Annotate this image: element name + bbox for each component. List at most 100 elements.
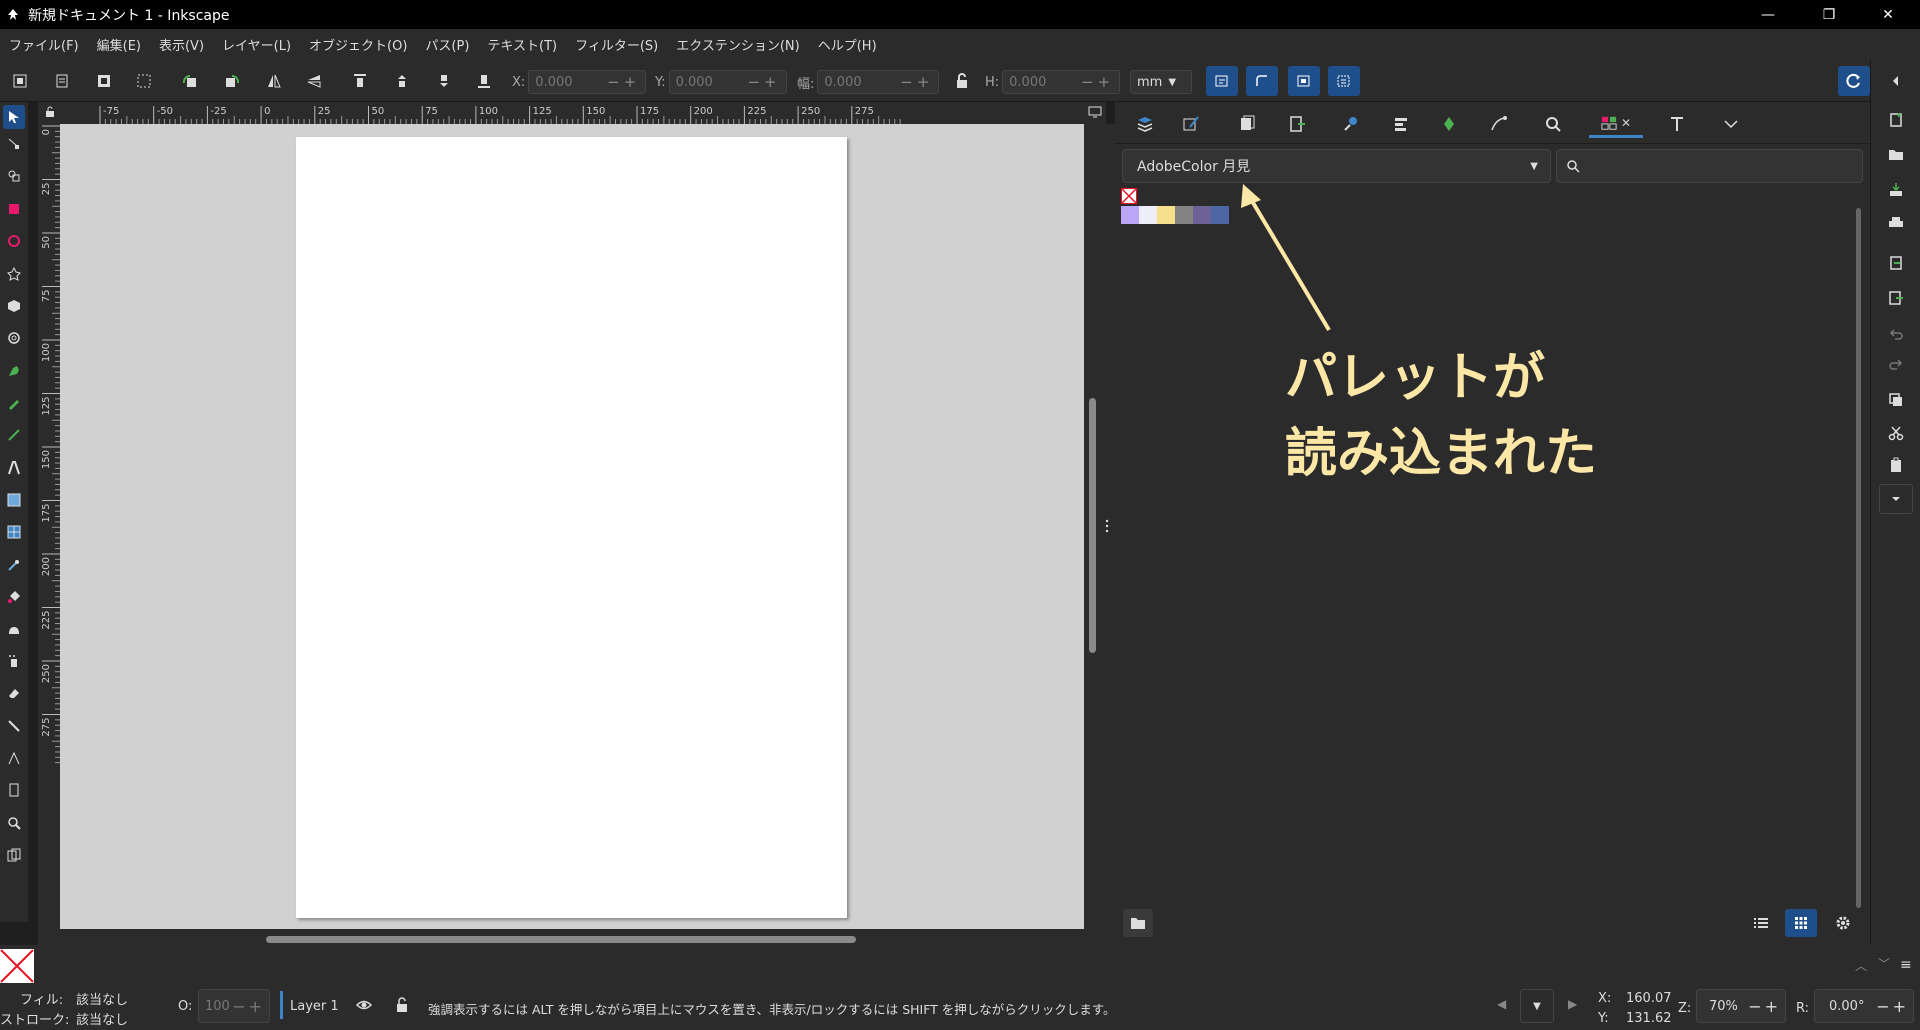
x-stepper[interactable]: −+ bbox=[607, 73, 645, 91]
pages-copy-tool[interactable] bbox=[3, 843, 25, 867]
canvas[interactable] bbox=[60, 124, 1084, 929]
stroke-value[interactable]: 該当なし bbox=[76, 1009, 128, 1028]
undo-button[interactable] bbox=[1881, 321, 1911, 349]
tab-swatches[interactable]: ✕ bbox=[1589, 110, 1643, 138]
zoom-tool[interactable] bbox=[3, 811, 25, 835]
tab-path-effects[interactable] bbox=[1481, 110, 1517, 138]
tab-fill-stroke[interactable] bbox=[1173, 110, 1209, 138]
menu-object[interactable]: オブジェクト(O) bbox=[300, 35, 416, 54]
open-palette-button[interactable] bbox=[1123, 909, 1153, 937]
rectangle-tool[interactable] bbox=[3, 197, 25, 221]
ellipse-tool[interactable] bbox=[3, 229, 25, 253]
hamburger-menu-icon[interactable]: ≡ bbox=[1900, 957, 1912, 973]
eraser-tool[interactable] bbox=[3, 681, 25, 705]
menu-file[interactable]: ファイル(F) bbox=[0, 35, 88, 54]
spray-tool[interactable] bbox=[3, 649, 25, 673]
minimize-button[interactable]: — bbox=[1740, 0, 1796, 29]
deselect-button[interactable] bbox=[130, 67, 158, 95]
menu-help[interactable]: ヘルプ(H) bbox=[809, 35, 886, 54]
move-patterns-button[interactable] bbox=[1328, 66, 1360, 96]
page-select[interactable]: ▼ bbox=[1520, 989, 1554, 1023]
menu-view[interactable]: 表示(V) bbox=[150, 35, 213, 54]
rotate-cw-button[interactable] bbox=[218, 67, 246, 95]
more-commands-button[interactable] bbox=[1879, 484, 1913, 514]
document-page[interactable] bbox=[296, 137, 847, 918]
save-button[interactable] bbox=[1881, 176, 1911, 204]
swatch-scrollbar[interactable] bbox=[1856, 208, 1861, 908]
height-input[interactable]: 0.000 −+ bbox=[1002, 70, 1121, 94]
gradient-tool[interactable] bbox=[3, 488, 25, 512]
color-swatch[interactable] bbox=[1157, 206, 1175, 224]
cut-button[interactable] bbox=[1881, 419, 1911, 447]
chevron-down-icon[interactable]: ﹀ bbox=[1878, 955, 1890, 972]
lock-icon[interactable] bbox=[395, 997, 409, 1013]
3d-box-tool[interactable] bbox=[3, 294, 25, 318]
select-all-layers-button[interactable] bbox=[48, 67, 76, 95]
spiral-tool[interactable] bbox=[3, 326, 25, 350]
paste-button[interactable] bbox=[1881, 451, 1911, 479]
tab-align[interactable] bbox=[1383, 110, 1419, 138]
lock-ratio-button[interactable] bbox=[948, 67, 976, 95]
rotation-input[interactable]: 0.00° −+ bbox=[1814, 989, 1914, 1023]
menu-extensions[interactable]: エクステンション(N) bbox=[667, 35, 808, 54]
menu-layer[interactable]: レイヤー(L) bbox=[213, 35, 300, 54]
move-gradients-button[interactable] bbox=[1288, 66, 1320, 96]
close-tab-icon[interactable]: ✕ bbox=[1621, 116, 1631, 130]
color-swatch[interactable] bbox=[1175, 206, 1193, 224]
x-input[interactable]: 0.000 −+ bbox=[528, 70, 647, 94]
open-document-button[interactable] bbox=[1881, 141, 1911, 169]
panel-resize-handle[interactable] bbox=[1105, 518, 1109, 534]
menu-edit[interactable]: 編集(E) bbox=[88, 35, 150, 54]
vertical-scrollbar[interactable] bbox=[1089, 398, 1096, 653]
measure-tool[interactable] bbox=[3, 746, 25, 770]
zoom-stepper[interactable]: −+ bbox=[1748, 997, 1785, 1016]
toggle-commands-button[interactable] bbox=[1881, 67, 1911, 95]
scale-stroke-button[interactable] bbox=[1206, 66, 1238, 96]
vertical-ruler[interactable]: 0 25 50 75 100 125 150 175 200 225 250 275 bbox=[38, 124, 60, 929]
width-input[interactable]: 0.000 −+ bbox=[817, 70, 940, 94]
swatch-search-input[interactable] bbox=[1556, 149, 1863, 183]
tab-symbols[interactable] bbox=[1431, 110, 1467, 138]
y-input[interactable]: 0.000 −+ bbox=[668, 70, 787, 94]
zoom-input[interactable]: 70% −+ bbox=[1696, 989, 1786, 1023]
color-swatch[interactable] bbox=[1211, 206, 1229, 224]
y-stepper[interactable]: −+ bbox=[747, 73, 785, 91]
horizontal-ruler[interactable]: -75 -50 -25 0 25 50 75 100 125 150 175 200 225 250 275 bbox=[58, 102, 1084, 124]
palette-select[interactable]: AdobeColor 月見 ▼ bbox=[1122, 149, 1551, 183]
node-tool[interactable] bbox=[3, 132, 25, 156]
grid-view-button[interactable] bbox=[1785, 909, 1817, 937]
chevron-up-icon[interactable]: ︿ bbox=[1855, 957, 1867, 974]
import-button[interactable] bbox=[1881, 249, 1911, 277]
display-mode-corner[interactable] bbox=[1084, 102, 1106, 124]
tab-overflow-menu[interactable] bbox=[1713, 110, 1749, 138]
flip-horizontal-button[interactable] bbox=[260, 67, 288, 95]
opacity-input[interactable]: 100 −+ bbox=[198, 989, 270, 1023]
unit-select[interactable]: mm ▼ bbox=[1130, 70, 1192, 94]
text-tool[interactable] bbox=[3, 456, 25, 480]
lower-button[interactable] bbox=[430, 67, 458, 95]
prev-page-icon[interactable]: ◀ bbox=[1497, 997, 1506, 1011]
tab-text-font[interactable] bbox=[1659, 110, 1695, 138]
new-document-button[interactable] bbox=[1881, 106, 1911, 134]
fill-indicator[interactable] bbox=[0, 949, 34, 983]
horizontal-scrollbar[interactable] bbox=[266, 936, 856, 943]
flip-vertical-button[interactable] bbox=[300, 67, 328, 95]
dropper-tool[interactable] bbox=[3, 553, 25, 577]
none-swatch[interactable] bbox=[1121, 188, 1137, 204]
close-button[interactable]: ✕ bbox=[1860, 0, 1916, 29]
menu-filter[interactable]: フィルター(S) bbox=[566, 35, 667, 54]
mesh-tool[interactable] bbox=[3, 520, 25, 544]
current-layer[interactable]: Layer 1 bbox=[290, 999, 339, 1014]
eye-icon[interactable] bbox=[356, 998, 372, 1012]
tab-xml-editor[interactable] bbox=[1333, 110, 1369, 138]
tweak-tool[interactable] bbox=[3, 164, 25, 188]
pages-tool[interactable] bbox=[3, 778, 25, 802]
selector-tool[interactable] bbox=[3, 105, 25, 129]
print-button[interactable] bbox=[1881, 209, 1911, 237]
raise-to-top-button[interactable] bbox=[346, 67, 374, 95]
export-button[interactable] bbox=[1881, 284, 1911, 312]
opacity-stepper[interactable]: −+ bbox=[232, 997, 269, 1016]
menu-text[interactable]: テキスト(T) bbox=[478, 35, 566, 54]
copy-button[interactable] bbox=[1881, 386, 1911, 414]
width-stepper[interactable]: −+ bbox=[900, 73, 938, 91]
